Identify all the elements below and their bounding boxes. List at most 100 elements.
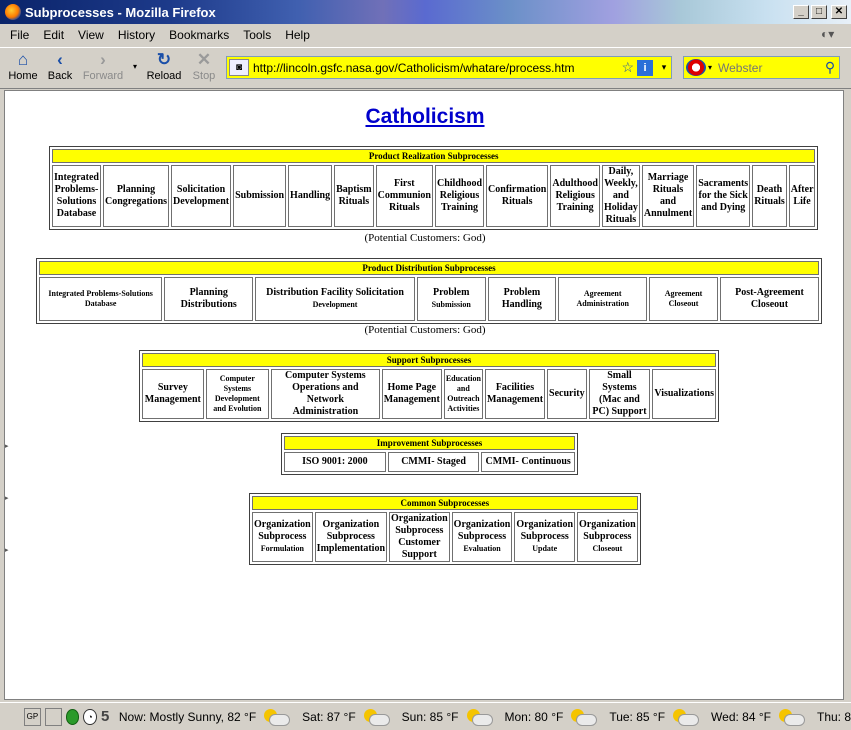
cell-line: Organization Subprocess bbox=[579, 519, 636, 542]
reload-button[interactable]: ↻ Reload bbox=[144, 50, 184, 82]
cell-line: Organization Subprocess bbox=[453, 519, 511, 542]
site-identity-icon[interactable]: ◙ bbox=[229, 59, 249, 76]
table-cell: Adulthood Religious Training bbox=[550, 165, 600, 227]
url-text[interactable]: http://lincoln.gsfc.nasa.gov/Catholicism… bbox=[253, 61, 621, 75]
search-input[interactable] bbox=[718, 60, 821, 75]
menu-history[interactable]: History bbox=[111, 28, 162, 42]
sidebar-grip-icon[interactable]: ▸ ▸ ▸ bbox=[5, 421, 11, 554]
table-cell: Organization Subprocess Closeout bbox=[577, 512, 638, 562]
search-engine-icon[interactable] bbox=[686, 59, 706, 76]
table-cell: Security bbox=[547, 369, 587, 419]
support-header: Support Subprocesses bbox=[142, 353, 716, 367]
weather-text: Mon: 80 °F bbox=[504, 709, 564, 724]
table-cell: CMMI- Continuous bbox=[481, 452, 575, 472]
page-title-link[interactable]: Catholicism bbox=[365, 105, 484, 128]
status-panel bbox=[44, 707, 62, 726]
clock-icon[interactable]: ◔ bbox=[83, 708, 97, 725]
maximize-button[interactable]: □ bbox=[811, 5, 827, 19]
table-cell: Daily, Weekly, and Holiday Rituals bbox=[601, 165, 640, 227]
navigation-toolbar: ⌂ Home ‹ Back › Forward ▾ ↻ Reload ✕ Sto… bbox=[0, 47, 851, 89]
forward-button[interactable]: › Forward bbox=[80, 50, 126, 82]
back-button[interactable]: ‹ Back bbox=[40, 50, 80, 82]
weather-sun[interactable]: Sun: 85 °F bbox=[401, 708, 493, 726]
weather-text: Wed: 84 °F bbox=[711, 709, 771, 724]
partly-sunny-icon bbox=[569, 708, 598, 726]
table-cell: Agreement Closeout bbox=[649, 277, 718, 321]
search-icon[interactable]: ⚲ bbox=[821, 59, 839, 76]
home-icon: ⌂ bbox=[17, 50, 29, 69]
improvement-header: Improvement Subprocesses bbox=[284, 436, 575, 450]
realization-table: Product Realization Subprocesses Integra… bbox=[49, 146, 819, 230]
menu-view[interactable]: View bbox=[71, 28, 111, 42]
table-cell: Handling bbox=[288, 165, 333, 227]
table-cell: Planning Congregations bbox=[103, 165, 170, 227]
browser-window: Subprocesses - Mozilla Firefox _ □ ✕ Fil… bbox=[0, 0, 851, 730]
weather-text: Sun: 85 °F bbox=[401, 709, 459, 724]
menu-edit[interactable]: Edit bbox=[36, 28, 71, 42]
table-cell: Distribution Facility Solicitation Devel… bbox=[255, 277, 415, 321]
page-title: Catholicism bbox=[5, 105, 843, 129]
table-cell: Integrated Problems-Solutions Database bbox=[52, 165, 101, 227]
menu-file[interactable]: File bbox=[0, 28, 36, 42]
table-cell: CMMI- Staged bbox=[387, 452, 480, 472]
table-cell: Organization Subprocess Update bbox=[514, 512, 576, 562]
table-cell: Organization Subprocess Formulation bbox=[252, 512, 313, 562]
search-bar[interactable]: ▾ ⚲ bbox=[683, 56, 840, 79]
table-cell: Death Rituals bbox=[752, 165, 787, 227]
table-cell: ISO 9001: 2000 bbox=[284, 452, 386, 472]
home-button[interactable]: ⌂ Home bbox=[3, 50, 43, 82]
menu-bookmarks[interactable]: Bookmarks bbox=[162, 28, 236, 42]
gp-icon[interactable]: GP bbox=[24, 707, 41, 726]
stop-button[interactable]: ✕ Stop bbox=[184, 50, 224, 82]
weather-now[interactable]: Now: Mostly Sunny, 82 °F bbox=[119, 708, 291, 726]
table-cell: First Communion Rituals bbox=[375, 165, 433, 227]
url-bar[interactable]: ◙ http://lincoln.gsfc.nasa.gov/Catholici… bbox=[226, 56, 672, 79]
partly-sunny-icon bbox=[362, 708, 390, 726]
weather-thu[interactable]: Thu: 8 bbox=[817, 710, 851, 724]
status-bar: GP ◔ 5 Now: Mostly Sunny, 82 °F Sat: 87 … bbox=[0, 702, 851, 730]
stop-icon: ✕ bbox=[196, 50, 212, 69]
menu-tools[interactable]: Tools bbox=[236, 28, 278, 42]
cell-line: Closeout bbox=[592, 544, 623, 553]
customers-note: (Potential Customers: God) bbox=[364, 232, 486, 244]
partly-sunny-icon bbox=[777, 708, 805, 726]
table-cell: Facilities Management bbox=[484, 369, 546, 419]
table-cell: Integrated Problems-Solutions Database bbox=[39, 277, 163, 321]
reload-label: Reload bbox=[146, 70, 182, 82]
weather-mon[interactable]: Mon: 80 °F bbox=[504, 708, 598, 726]
table-cell: Post-Agreement Closeout bbox=[719, 277, 819, 321]
cell-line: Formulation bbox=[260, 544, 304, 553]
table-cell: Organization Subprocess Customer Support bbox=[389, 512, 450, 562]
menu-help[interactable]: Help bbox=[278, 28, 317, 42]
table-cell: Problem Submission bbox=[416, 277, 486, 321]
realization-header: Product Realization Subprocesses bbox=[52, 149, 816, 163]
table-cell: Solicitation Development bbox=[171, 165, 232, 227]
five-label: 5 bbox=[100, 708, 110, 725]
weather-wed[interactable]: Wed: 84 °F bbox=[711, 708, 805, 726]
weather-tue[interactable]: Tue: 85 °F bbox=[609, 708, 700, 726]
info-icon[interactable]: i bbox=[637, 59, 653, 76]
table-cell: Computer Systems Operations and Network … bbox=[271, 369, 380, 419]
weather-text: Thu: 8 bbox=[816, 709, 851, 724]
history-dropdown-button[interactable]: ▾ bbox=[128, 62, 142, 71]
minimize-button[interactable]: _ bbox=[793, 5, 809, 19]
table-cell: Agreement Administration bbox=[558, 277, 648, 321]
table-cell: Small Systems (Mac and PC) Support bbox=[588, 369, 651, 419]
distribution-header: Product Distribution Subprocesses bbox=[39, 261, 819, 275]
status-green-icon[interactable] bbox=[65, 708, 80, 725]
table-cell: Baptism Rituals bbox=[334, 165, 374, 227]
table-cell: Sacraments for the Sick and Dying bbox=[696, 165, 751, 227]
engine-dropdown-icon[interactable]: ▾ bbox=[708, 63, 718, 72]
table-cell: Marriage Rituals and Annulment bbox=[641, 165, 695, 227]
weather-sat[interactable]: Sat: 87 °F bbox=[302, 708, 390, 726]
table-cell: Childhood Religious Training bbox=[435, 165, 485, 227]
url-dropdown-icon[interactable]: ▾ bbox=[657, 62, 671, 73]
back-arrow-icon: ‹ bbox=[57, 50, 63, 69]
home-label: Home bbox=[8, 70, 38, 82]
forward-arrow-icon: › bbox=[100, 50, 106, 69]
bookmark-star-icon[interactable]: ☆ bbox=[621, 59, 634, 76]
table-cell: Submission bbox=[233, 165, 287, 227]
close-button[interactable]: ✕ bbox=[831, 5, 847, 19]
partly-sunny-icon bbox=[465, 708, 493, 726]
table-cell: Confirmation Rituals bbox=[486, 165, 549, 227]
